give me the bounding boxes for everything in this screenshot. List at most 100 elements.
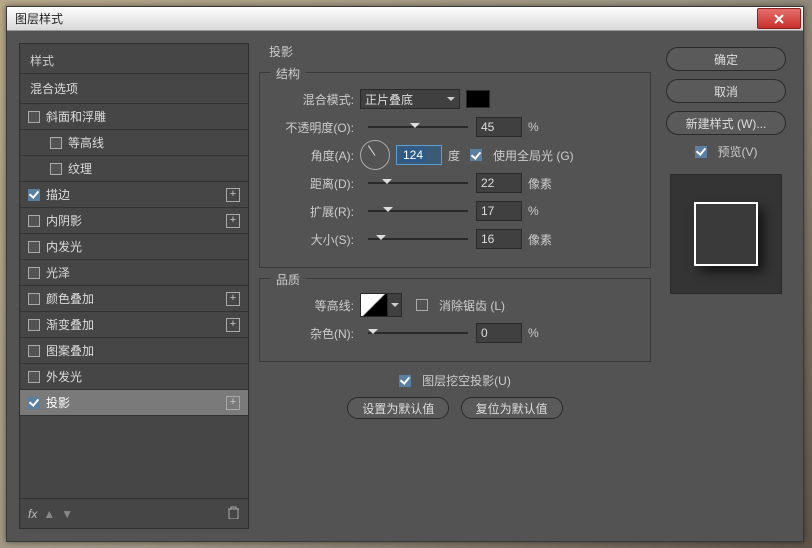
spread-unit: % — [528, 204, 539, 218]
opacity-input[interactable]: 45 — [476, 117, 522, 137]
noise-input[interactable]: 0 — [476, 323, 522, 343]
distance-input[interactable]: 22 — [476, 173, 522, 193]
effect-item[interactable]: 外发光 — [20, 364, 248, 390]
checkbox-icon[interactable] — [28, 293, 40, 305]
checkbox-icon[interactable] — [28, 267, 40, 279]
structure-title: 结构 — [270, 65, 306, 82]
angle-label: 角度(A): — [270, 147, 360, 164]
spread-slider[interactable] — [368, 205, 468, 217]
effect-label: 斜面和浮雕 — [46, 108, 106, 125]
checkbox-icon[interactable] — [28, 189, 40, 201]
noise-slider[interactable] — [368, 327, 468, 339]
effect-item[interactable]: 光泽 — [20, 260, 248, 286]
content: 样式 混合选项 斜面和浮雕等高线纹理描边 + 内阴影 + 内发光光泽颜色叠加 + 渐变叠加 +… — [7, 31, 803, 541]
fx-icon[interactable]: fx — [28, 507, 37, 521]
preview-checkbox[interactable]: 预览(V) — [695, 143, 758, 160]
blend-mode-label: 混合模式: — [270, 91, 360, 108]
close-button[interactable] — [757, 8, 801, 29]
move-down-icon[interactable]: ▼ — [61, 507, 73, 521]
global-light-checkbox[interactable]: 使用全局光 (G) — [470, 147, 574, 164]
effect-item[interactable]: 图案叠加 — [20, 338, 248, 364]
effect-item[interactable]: 内发光 — [20, 234, 248, 260]
effect-label: 光泽 — [46, 264, 70, 281]
effect-item[interactable]: 投影+ — [20, 390, 248, 416]
reset-default-button[interactable]: 复位为默认值 — [461, 397, 563, 419]
blend-options-header[interactable]: 混合选项 — [20, 74, 248, 104]
styles-header: 样式 — [20, 44, 248, 74]
right-panel: 确定 取消 新建样式 (W)... 预览(V) — [661, 43, 791, 529]
make-default-button[interactable]: 设置为默认值 — [347, 397, 449, 419]
checkbox-icon — [399, 375, 411, 387]
new-style-button[interactable]: 新建样式 (W)... — [666, 111, 786, 135]
size-slider[interactable] — [368, 233, 468, 245]
effect-label: 渐变叠加 — [46, 316, 94, 333]
add-effect-icon[interactable]: + — [226, 292, 240, 306]
effects-list: 斜面和浮雕等高线纹理描边 + 内阴影 + 内发光光泽颜色叠加 + 渐变叠加 + 图案叠加外发光投… — [20, 104, 248, 498]
effect-label: 内阴影 — [46, 212, 82, 229]
effect-label: 等高线 — [68, 134, 104, 151]
contour-label: 等高线: — [270, 297, 360, 314]
checkbox-icon[interactable] — [28, 319, 40, 331]
antialias-checkbox[interactable]: 消除锯齿 (L) — [416, 297, 505, 314]
effect-item[interactable]: 等高线 — [20, 130, 248, 156]
checkbox-icon[interactable] — [28, 241, 40, 253]
cancel-button[interactable]: 取消 — [666, 79, 786, 103]
effect-label: 颜色叠加 — [46, 290, 94, 307]
checkbox-icon — [695, 146, 707, 158]
knockout-checkbox[interactable]: 图层挖空投影(U) — [399, 372, 511, 389]
spread-input[interactable]: 17 — [476, 201, 522, 221]
spread-label: 扩展(R): — [270, 203, 360, 220]
effects-footer: fx ▲ ▼ — [20, 498, 248, 528]
opacity-slider[interactable] — [368, 121, 468, 133]
angle-input[interactable]: 124 — [396, 145, 442, 165]
checkbox-icon[interactable] — [28, 345, 40, 357]
checkbox-icon — [416, 299, 428, 311]
size-unit: 像素 — [528, 231, 552, 248]
checkbox-icon[interactable] — [28, 215, 40, 227]
effect-item[interactable]: 描边 + — [20, 182, 248, 208]
structure-group: 结构 混合模式: 正片叠底 不透明度(O): 45 % 角度(A): 124 — [259, 72, 651, 268]
checkbox-icon[interactable] — [28, 111, 40, 123]
opacity-label: 不透明度(O): — [270, 119, 360, 136]
effect-label: 图案叠加 — [46, 342, 94, 359]
checkbox-icon[interactable] — [50, 163, 62, 175]
distance-slider[interactable] — [368, 177, 468, 189]
shadow-color-swatch[interactable] — [466, 90, 490, 108]
add-effect-icon[interactable]: + — [226, 318, 240, 332]
effect-item[interactable]: 渐变叠加 + — [20, 312, 248, 338]
checkbox-icon[interactable] — [28, 371, 40, 383]
opacity-unit: % — [528, 120, 539, 134]
ok-button[interactable]: 确定 — [666, 47, 786, 71]
checkbox-icon — [470, 149, 482, 161]
effect-label: 外发光 — [46, 368, 82, 385]
blend-mode-dropdown[interactable]: 正片叠底 — [360, 89, 460, 109]
effect-item[interactable]: 斜面和浮雕 — [20, 104, 248, 130]
contour-dropdown-icon[interactable] — [388, 293, 402, 317]
quality-title: 品质 — [270, 271, 306, 288]
preview-thumbnail — [670, 174, 782, 294]
size-input[interactable]: 16 — [476, 229, 522, 249]
distance-label: 距离(D): — [270, 175, 360, 192]
effects-list-panel: 样式 混合选项 斜面和浮雕等高线纹理描边 + 内阴影 + 内发光光泽颜色叠加 + 渐变叠加 +… — [19, 43, 249, 529]
distance-unit: 像素 — [528, 175, 552, 192]
add-effect-icon[interactable]: + — [226, 396, 240, 410]
noise-label: 杂色(N): — [270, 325, 360, 342]
panel-title: 投影 — [259, 43, 651, 66]
add-effect-icon[interactable]: + — [226, 214, 240, 228]
effect-item[interactable]: 内阴影 + — [20, 208, 248, 234]
settings-panel: 投影 结构 混合模式: 正片叠底 不透明度(O): 45 % 角度(A): — [259, 43, 651, 529]
titlebar[interactable]: 图层样式 — [7, 7, 803, 31]
effect-item[interactable]: 颜色叠加 + — [20, 286, 248, 312]
contour-picker[interactable] — [360, 293, 388, 317]
quality-group: 品质 等高线: 消除锯齿 (L) 杂色(N): 0 % — [259, 278, 651, 362]
noise-unit: % — [528, 326, 539, 340]
angle-dial[interactable] — [360, 140, 390, 170]
checkbox-icon[interactable] — [50, 137, 62, 149]
move-up-icon[interactable]: ▲ — [43, 507, 55, 521]
effect-label: 纹理 — [68, 160, 92, 177]
trash-icon[interactable] — [227, 505, 240, 522]
effect-label: 描边 — [46, 186, 70, 203]
checkbox-icon[interactable] — [28, 397, 40, 409]
add-effect-icon[interactable]: + — [226, 188, 240, 202]
effect-item[interactable]: 纹理 — [20, 156, 248, 182]
